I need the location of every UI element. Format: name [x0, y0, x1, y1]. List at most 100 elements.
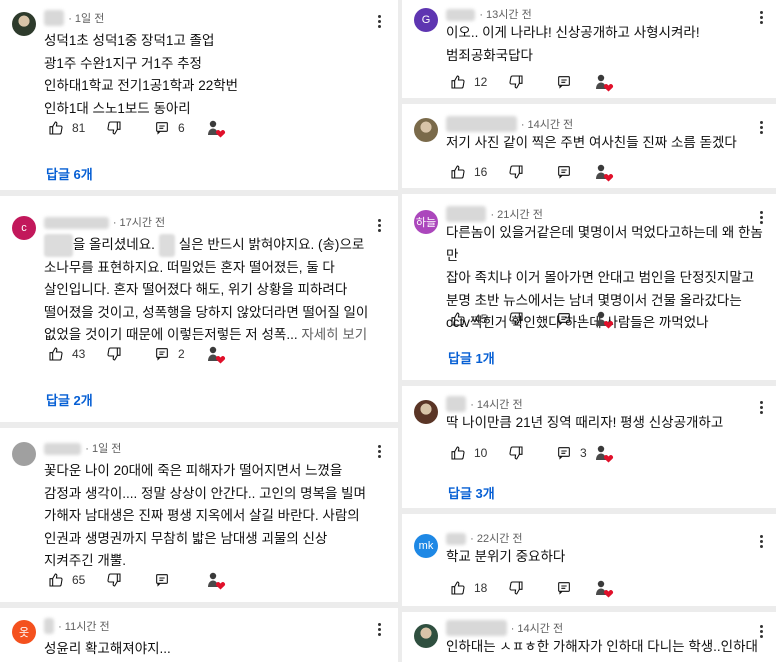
meta-separator: · — [470, 533, 474, 545]
dislike-button[interactable] — [106, 572, 154, 588]
reply-button[interactable]: 1 — [556, 311, 587, 327]
like-button[interactable]: 45 — [450, 311, 508, 327]
dislike-button[interactable] — [508, 74, 556, 90]
dislike-button[interactable] — [508, 164, 556, 180]
author-name[interactable]: chung hwaok — [44, 217, 109, 229]
reply-button[interactable] — [556, 164, 572, 180]
more-options-icon[interactable] — [372, 442, 386, 460]
avatar[interactable]: mk — [414, 534, 438, 558]
comment-meta: mkk·22시간 전 — [446, 530, 523, 546]
comment-time[interactable]: 14시간 전 — [528, 119, 574, 131]
author-name[interactable]: mkk — [446, 533, 467, 545]
comment-time[interactable]: 1일 전 — [92, 443, 121, 455]
reply-button[interactable]: 2 — [154, 346, 185, 362]
comment-actions: 43 2 — [48, 344, 228, 364]
comment-meta: chung hwaok·17시간 전 — [44, 214, 165, 230]
avatar[interactable] — [414, 118, 438, 142]
comment-time[interactable]: 21시간 전 — [497, 209, 543, 221]
like-button[interactable]: 43 — [48, 346, 106, 362]
reply-icon — [154, 572, 170, 588]
avatar[interactable]: 옷 — [12, 620, 36, 644]
comment-text-fragment: 실은 반드시 밝혀야지요. — [175, 237, 319, 252]
reply-button[interactable] — [556, 580, 572, 596]
comment-line: 이오.. 이게 나라냐! 신상공개하고 사형시켜라! — [446, 25, 700, 40]
avatar[interactable] — [12, 442, 36, 466]
author-name[interactable]: 하늘하늘 — [446, 206, 487, 222]
comment-text: 학교 분위기 중요하다 — [446, 546, 766, 569]
reply-button[interactable] — [154, 572, 170, 588]
comment-time[interactable]: 1일 전 — [75, 13, 104, 25]
author-name[interactable]: ㅇㅇ — [44, 10, 65, 26]
comment-column-right: GGudal·13시간 전이오.. 이게 나라냐! 신상공개하고 사형시켜라!범… — [402, 0, 776, 662]
comment-line: 저기 사진 같이 찍은 주변 여사친들 진짜 소름 돋겠다 — [446, 135, 737, 150]
thumb-up-icon — [450, 445, 466, 461]
view-replies-link[interactable]: 답글 1개 — [448, 348, 495, 367]
dislike-button[interactable] — [508, 445, 556, 461]
comment-text: 이오.. 이게 나라냐! 신상공개하고 사형시켜라! 범죄공화국답다 — [446, 22, 766, 67]
avatar[interactable] — [414, 624, 438, 648]
view-replies-link[interactable]: 답글 2개 — [46, 390, 93, 409]
read-more-link[interactable]: 자세히 보기 — [298, 327, 367, 342]
reply-icon — [154, 346, 170, 362]
avatar[interactable] — [414, 400, 438, 424]
comment-line: 인권과 생명권까지 무참히 밟은 남대생 괴물의 신상 — [44, 530, 328, 546]
like-button[interactable]: 12 — [450, 74, 508, 90]
view-replies-link[interactable]: 답글 3개 — [448, 483, 495, 502]
avatar[interactable]: 하늘 — [414, 210, 438, 234]
thumb-down-icon — [106, 346, 122, 362]
comment-text: 사진을 올리셨네요. 성 실은 반드시 밝혀야지요. (송)으로소나무를 표현하… — [44, 234, 384, 347]
thumb-up-icon — [450, 74, 466, 90]
like-count: 43 — [72, 347, 86, 361]
dislike-button[interactable] — [508, 580, 556, 596]
like-button[interactable]: 10 — [450, 445, 508, 461]
thumb-up-icon — [450, 164, 466, 180]
meta-separator: · — [470, 399, 474, 411]
comment-line: 학교 분위기 중요하다 — [446, 549, 566, 564]
thumb-down-icon — [508, 445, 524, 461]
avatar[interactable]: G — [414, 8, 438, 32]
thumb-up-icon — [48, 572, 64, 588]
reply-button[interactable]: 3 — [556, 445, 587, 461]
comment-text: 꽃다운 나이 20대에 죽은 피해자가 떨어지면서 느꼈을 감정과 생각이....… — [44, 460, 384, 573]
comment-time[interactable]: 13시간 전 — [486, 9, 532, 21]
comment-line: 성덕1초 성덕1중 장덕1고 졸업 — [44, 33, 215, 48]
comment-line: 가해자 남대생은 진짜 평생 지옥에서 살길 바란다. 사람의 — [44, 508, 360, 523]
comment-line: 인하1대 스노1보드 동아리 — [44, 100, 191, 116]
view-replies-link[interactable]: 답글 6개 — [46, 164, 93, 183]
more-options-icon[interactable] — [372, 216, 386, 234]
author-name[interactable]: 멍멍 — [446, 396, 467, 412]
comment-meta: 일일일일일일동·14시간 전 — [446, 116, 573, 132]
author-name[interactable]: 일일일일일일동 — [446, 116, 517, 132]
like-count: 45 — [474, 312, 488, 326]
comment-time[interactable]: 14시간 전 — [477, 399, 523, 411]
creator-heart-icon — [594, 443, 614, 463]
more-options-icon[interactable] — [372, 12, 386, 30]
dislike-button[interactable] — [106, 120, 154, 136]
author-name[interactable]: Ryuzaa — [44, 443, 82, 455]
like-button[interactable]: 81 — [48, 120, 106, 136]
like-button[interactable]: 16 — [450, 164, 508, 180]
comment-time[interactable]: 11시간 전 — [65, 621, 110, 633]
reply-count: 2 — [178, 347, 185, 361]
avatar-letter: c — [21, 222, 27, 234]
meta-separator: · — [479, 9, 484, 21]
comment-time[interactable]: 22시간 전 — [477, 533, 523, 545]
comment-time[interactable]: 17시간 전 — [120, 217, 166, 229]
author-name[interactable]: 옷 — [44, 618, 55, 634]
like-button[interactable]: 18 — [450, 580, 508, 596]
author-name[interactable]: Gudal — [446, 9, 476, 21]
like-button[interactable]: 65 — [48, 572, 106, 588]
reply-button[interactable] — [556, 74, 572, 90]
reply-button[interactable]: 6 — [154, 120, 185, 136]
avatar[interactable] — [12, 12, 36, 36]
meta-separator: · — [58, 621, 62, 633]
more-options-icon[interactable] — [372, 620, 386, 638]
comment-time[interactable]: 14시간 전 — [517, 623, 563, 635]
dislike-button[interactable] — [508, 311, 556, 327]
avatar[interactable]: c — [12, 216, 36, 240]
comment-text: 인하대는 ㅅㅍㅎ한 가해자가 인하대 다니는 학생..인하대는 — [446, 636, 766, 662]
thumb-up-icon — [48, 120, 64, 136]
redacted-text: 성 — [158, 234, 176, 257]
dislike-button[interactable] — [106, 346, 154, 362]
author-name[interactable]: 그라데이션영 — [446, 620, 507, 636]
